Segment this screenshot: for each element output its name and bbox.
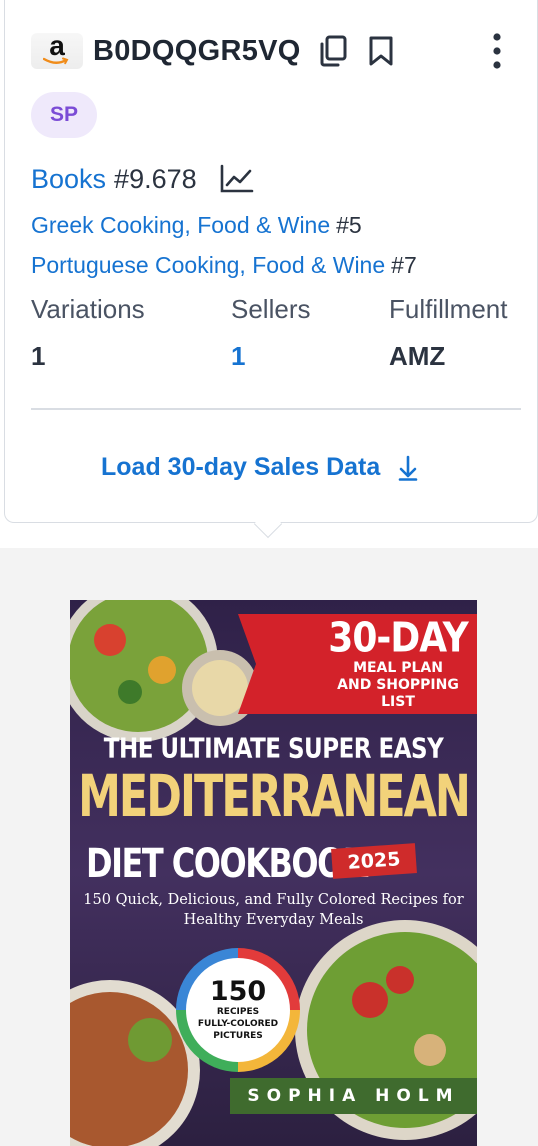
line-chart-icon bbox=[220, 164, 253, 193]
more-options-button[interactable] bbox=[485, 29, 509, 73]
divider bbox=[31, 408, 521, 410]
load-sales-data-button[interactable]: Load 30-day Sales Data bbox=[101, 446, 420, 488]
cover-recipes-badge: 150 RECIPES FULLY-COLORED PICTURES bbox=[176, 948, 300, 1072]
cover-badge-text: FULLY-COLORED bbox=[197, 1019, 279, 1029]
cover-banner: 30-DAY MEAL PLAN AND SHOPPING LIST bbox=[319, 614, 477, 714]
stat-label: Sellers bbox=[231, 294, 311, 324]
load-sales-label: Load 30-day Sales Data bbox=[101, 452, 381, 481]
subcategory-rank: Portuguese Cooking, Food & Wine #7 bbox=[31, 252, 417, 279]
stat-fulfillment: Fulfillment AMZ bbox=[389, 294, 507, 372]
cover-badge-text: PICTURES bbox=[213, 1031, 263, 1041]
copy-asin-button[interactable] bbox=[315, 31, 351, 71]
bookmark-icon bbox=[369, 36, 393, 66]
amazon-logo-icon[interactable]: a bbox=[31, 31, 83, 69]
book-cover-image[interactable]: 30-DAY MEAL PLAN AND SHOPPING LIST THE U… bbox=[70, 600, 477, 1146]
stat-variations: Variations 1 bbox=[31, 294, 145, 372]
cover-text-layer: 30-DAY MEAL PLAN AND SHOPPING LIST THE U… bbox=[70, 600, 477, 1146]
rank-history-button[interactable] bbox=[219, 161, 255, 197]
cover-author: SOPHIA HOLM bbox=[230, 1078, 477, 1114]
more-vertical-icon bbox=[493, 33, 501, 69]
subcategory-link[interactable]: Greek Cooking, Food & Wine bbox=[31, 212, 330, 238]
subcategory-rank-number: #7 bbox=[391, 252, 417, 278]
cover-title-top: THE ULTIMATE SUPER EASY bbox=[103, 733, 444, 765]
cover-year-ribbon: 2025 bbox=[331, 843, 417, 879]
sponsored-badge: SP bbox=[31, 92, 97, 138]
amazon-smile-icon bbox=[43, 57, 69, 65]
cover-banner-main: 30-DAY bbox=[328, 614, 468, 662]
copy-icon bbox=[320, 35, 347, 67]
rank-number: #9.678 bbox=[114, 163, 197, 194]
asin-code: B0DQQGR5VQ bbox=[93, 34, 301, 67]
rank-category-link[interactable]: Books bbox=[31, 164, 106, 195]
subcategory-link[interactable]: Portuguese Cooking, Food & Wine bbox=[31, 252, 385, 278]
cover-description: 150 Quick, Delicious, and Fully Colored … bbox=[70, 890, 477, 930]
stat-value: AMZ bbox=[389, 341, 446, 371]
bookmark-button[interactable] bbox=[365, 31, 397, 71]
cover-title-main: MEDITERRANEAN bbox=[78, 763, 471, 831]
cover-title-diet: DIET COOKBOOK bbox=[86, 839, 368, 887]
stat-label: Fulfillment bbox=[389, 294, 508, 324]
cover-description-line: 150 Quick, Delicious, and Fully Colored … bbox=[83, 892, 464, 908]
cover-description-line: Healthy Everyday Meals bbox=[183, 912, 364, 928]
cover-badge-inner: 150 RECIPES FULLY-COLORED PICTURES bbox=[186, 958, 290, 1062]
product-card: a B0DQQGR5VQ SP Books #9.678 Greek Cooki… bbox=[4, 0, 538, 523]
bsr-main-rank: Books #9.678 bbox=[31, 160, 255, 198]
cover-badge-number: 150 bbox=[209, 976, 267, 1007]
product-image-panel: 30-DAY MEAL PLAN AND SHOPPING LIST THE U… bbox=[0, 548, 538, 1146]
cover-badge-text: RECIPES bbox=[216, 1007, 260, 1017]
sellers-count-link[interactable]: 1 bbox=[231, 341, 310, 372]
stat-label: Variations bbox=[31, 294, 145, 324]
stat-value: 1 bbox=[31, 341, 46, 371]
subcategory-rank: Greek Cooking, Food & Wine #5 bbox=[31, 212, 362, 239]
download-arrow-icon bbox=[398, 455, 418, 481]
cover-banner-sub: AND SHOPPING LIST bbox=[337, 677, 459, 710]
product-header: a B0DQQGR5VQ bbox=[31, 28, 521, 74]
stat-sellers: Sellers 1 bbox=[231, 294, 310, 372]
subcategory-rank-number: #5 bbox=[336, 212, 362, 238]
